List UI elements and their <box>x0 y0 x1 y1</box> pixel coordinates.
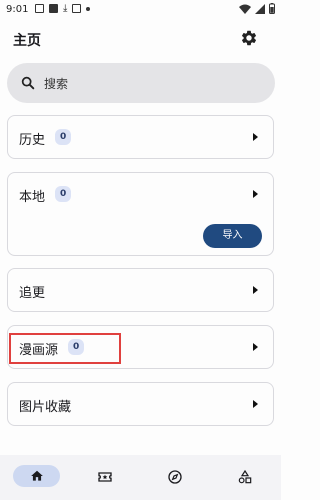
nav-subscriptions[interactable] <box>93 465 117 489</box>
local-label: 本地 <box>19 190 46 205</box>
nav-categories[interactable] <box>233 465 257 489</box>
chevron-right-icon <box>253 343 258 351</box>
home-icon <box>30 470 43 481</box>
page-title: 主页 <box>13 33 41 49</box>
wifi-icon <box>239 4 251 14</box>
status-bar: 9:01 ⤓ <box>0 0 281 20</box>
chevron-right-icon <box>253 286 258 294</box>
follow-label: 追更 <box>19 286 46 301</box>
bottom-navigation <box>0 455 281 500</box>
status-notification-icons: ⤓ <box>35 3 91 14</box>
search-placeholder: 搜索 <box>44 77 69 91</box>
image-notification-icon <box>35 4 44 13</box>
import-button[interactable]: 导入 <box>203 224 262 248</box>
app-notification-icon <box>49 4 58 13</box>
ticket-star-icon <box>98 472 112 482</box>
signal-icon <box>255 3 265 14</box>
chevron-right-icon <box>253 133 258 141</box>
status-time: 9:01 <box>6 4 29 15</box>
search-bar[interactable]: 搜索 <box>7 63 275 103</box>
more-notifications-dot-icon <box>86 6 91 11</box>
settings-gear-icon[interactable] <box>240 29 258 47</box>
local-count-badge: 0 <box>55 186 72 202</box>
follow-card[interactable]: 追更 <box>7 268 274 312</box>
image-favorites-card[interactable]: 图片收藏 <box>7 382 274 426</box>
image-favorites-label: 图片收藏 <box>19 400 72 415</box>
explore-icon <box>168 470 182 484</box>
history-label: 历史 <box>19 133 46 148</box>
chevron-right-icon <box>253 190 258 198</box>
history-count-badge: 0 <box>55 129 72 145</box>
highlight-box <box>9 333 121 364</box>
nav-explore[interactable] <box>163 465 187 489</box>
history-card[interactable]: 历史 0 <box>7 115 274 159</box>
categories-icon <box>238 469 252 484</box>
battery-icon <box>269 3 275 14</box>
nav-home[interactable] <box>13 465 60 487</box>
a-notification-icon <box>72 4 82 13</box>
download-notification-icon: ⤓ <box>63 3 68 14</box>
chevron-right-icon <box>253 400 258 408</box>
local-card[interactable]: 本地 0 导入 <box>7 172 274 256</box>
search-icon <box>21 76 35 90</box>
status-system-icons <box>239 3 275 14</box>
